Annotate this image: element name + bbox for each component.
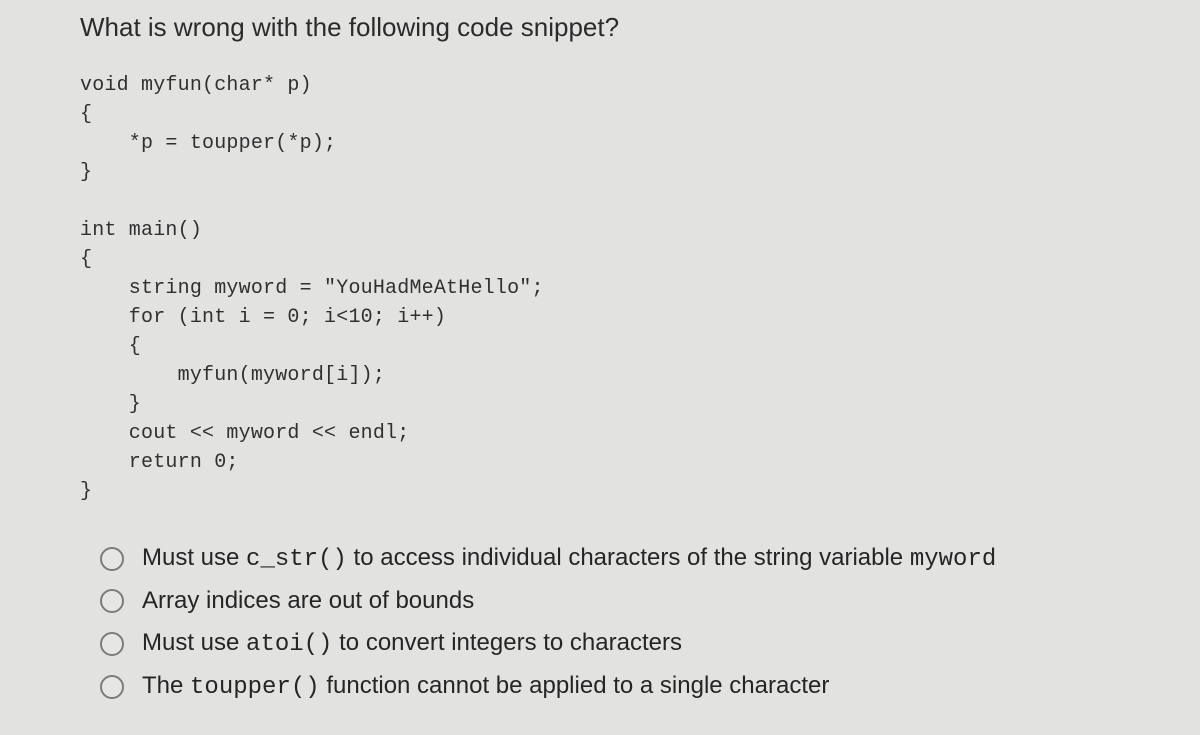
option-label: Must use c_str() to access individual ch… [142, 544, 996, 573]
radio-icon[interactable] [100, 547, 124, 571]
option-label: The toupper() function cannot be applied… [142, 672, 829, 701]
option-label: Must use atoi() to convert integers to c… [142, 629, 682, 658]
answer-option-1[interactable]: Must use c_str() to access individual ch… [100, 544, 1140, 573]
radio-icon[interactable] [100, 632, 124, 656]
quiz-question: What is wrong with the following code sn… [0, 0, 1200, 701]
option-label: Array indices are out of bounds [142, 587, 474, 615]
question-title: What is wrong with the following code sn… [80, 12, 1140, 43]
answer-option-3[interactable]: Must use atoi() to convert integers to c… [100, 629, 1140, 658]
answer-option-2[interactable]: Array indices are out of bounds [100, 587, 1140, 615]
radio-icon[interactable] [100, 589, 124, 613]
answer-option-4[interactable]: The toupper() function cannot be applied… [100, 672, 1140, 701]
answer-options: Must use c_str() to access individual ch… [100, 544, 1140, 701]
code-snippet: void myfun(char* p) { *p = toupper(*p); … [80, 71, 1140, 506]
radio-icon[interactable] [100, 675, 124, 699]
